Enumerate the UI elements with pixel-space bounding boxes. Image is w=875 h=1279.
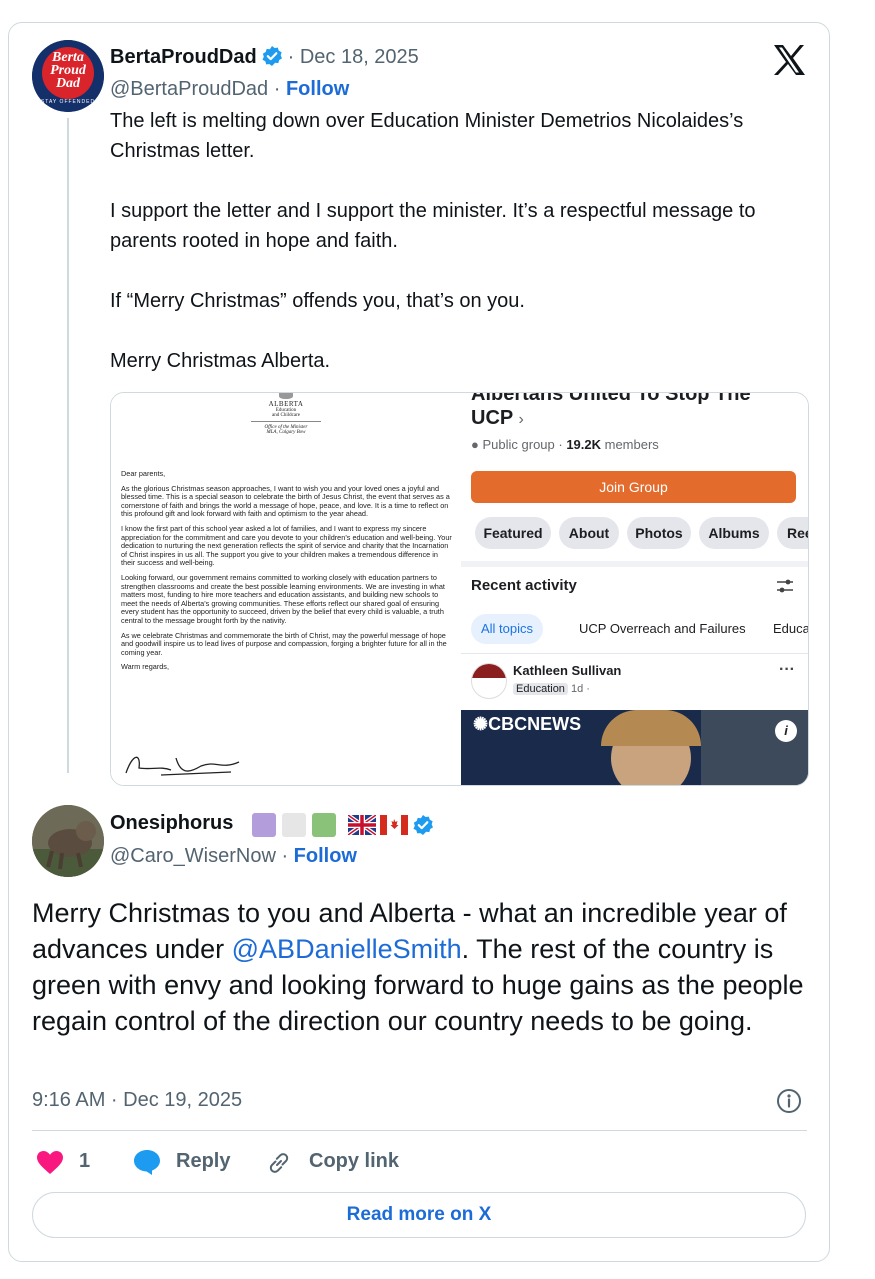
chevron-right-icon: › xyxy=(518,411,524,428)
fb-topic: UCP Overreach and Failures xyxy=(579,621,746,636)
crest-icon xyxy=(279,393,293,399)
reply-button[interactable]: Reply xyxy=(176,1150,230,1173)
letter-office: MLA, Calgary Bow xyxy=(266,430,306,435)
avatar[interactable]: Berta Proud Dad STAY OFFENDED xyxy=(32,40,104,112)
read-more-button[interactable]: Read more on X xyxy=(32,1192,806,1238)
fb-members-label: members xyxy=(601,437,659,452)
display-name[interactable]: BertaProudDad xyxy=(110,46,257,68)
signature-icon xyxy=(125,756,240,776)
info-icon: i xyxy=(775,720,797,742)
post-header: BertaProudDad · Dec 18, 2025 xyxy=(110,46,419,68)
join-group-button: Join Group xyxy=(471,471,796,503)
letter-greeting: Dear parents, xyxy=(121,469,166,478)
post-text: The left is melting down over Education … xyxy=(110,106,760,376)
fb-recent-activity: Recent activity xyxy=(471,577,577,594)
like-count[interactable]: 1 xyxy=(79,1150,90,1173)
facebook-screenshot: Albertans United To Stop The UCP › ● Pub… xyxy=(461,393,808,785)
letter-paragraph: I know the first part of this school yea… xyxy=(121,523,452,568)
link-icon[interactable] xyxy=(266,1150,292,1176)
reply-follow-button[interactable]: Follow xyxy=(294,845,357,867)
name-emoji-square xyxy=(312,813,336,837)
avatar-text-line: Dad xyxy=(55,76,81,91)
fb-author-avatar xyxy=(471,663,507,699)
globe-icon: ● xyxy=(471,437,479,452)
fb-tab: About xyxy=(559,517,619,549)
thread-line xyxy=(67,118,69,773)
post-paragraph: I support the letter and I support the m… xyxy=(110,200,756,252)
fb-tab: Featured xyxy=(475,517,551,549)
verified-badge-icon xyxy=(262,46,283,66)
fb-topic: All topics xyxy=(471,614,544,644)
reply-handle-row: @Caro_WiserNow · Follow xyxy=(110,845,357,867)
reply-text: Merry Christmas to you and Alberta - wha… xyxy=(32,895,807,1039)
reply-bubble-icon[interactable] xyxy=(132,1148,162,1176)
fb-group-name-top: Albertans United To Stop The xyxy=(471,393,751,405)
uk-flag-icon xyxy=(348,815,376,835)
divider xyxy=(32,1130,807,1131)
fb-group-meta: Public group · xyxy=(482,437,567,452)
fb-group-name: UCP xyxy=(471,407,513,429)
copy-link-button[interactable]: Copy link xyxy=(309,1150,399,1173)
letter-image: ALBERTA Education and Childcare Office o… xyxy=(111,393,461,785)
fb-news-label: CBCNEWS xyxy=(488,714,582,734)
post-media[interactable]: ALBERTA Education and Childcare Office o… xyxy=(110,392,809,786)
fb-post-author: Kathleen Sullivan xyxy=(513,663,622,678)
dog-photo-icon xyxy=(32,805,104,877)
fb-tab: Ree xyxy=(777,517,808,549)
verified-badge-icon xyxy=(413,815,433,835)
handle-row: @BertaProudDad · Follow xyxy=(110,78,350,100)
fb-topic: Educa xyxy=(773,621,808,636)
post-paragraph: The left is melting down over Education … xyxy=(110,110,744,162)
reply-header: Onesiphorus xyxy=(110,812,433,837)
cbc-logo-icon: ✺ xyxy=(473,714,489,734)
handle[interactable]: @BertaProudDad xyxy=(110,78,268,100)
x-logo-icon[interactable] xyxy=(772,44,806,76)
letter-header: and Childcare xyxy=(272,413,300,418)
post-date[interactable]: Dec 18, 2025 xyxy=(300,46,419,68)
fb-post-tag: Education xyxy=(513,683,568,695)
info-icon[interactable] xyxy=(776,1088,802,1114)
more-icon: ··· xyxy=(779,661,795,678)
letter-paragraph: Looking forward, our government remains … xyxy=(121,572,445,625)
post-paragraph: If “Merry Christmas” offends you, that’s… xyxy=(110,290,525,312)
letter-paragraph: As we celebrate Christmas and commemorat… xyxy=(121,630,447,657)
avatar-ring-text: STAY OFFENDED xyxy=(40,99,96,105)
name-emoji-square xyxy=(282,813,306,837)
fb-post-time: 1d · xyxy=(571,683,590,695)
avatar[interactable] xyxy=(32,805,104,877)
reply-timestamp[interactable]: 9:16 AM · Dec 19, 2025 xyxy=(32,1089,242,1112)
heart-icon[interactable] xyxy=(36,1150,64,1175)
canada-flag-icon xyxy=(380,815,408,835)
fb-members-count: 19.2K xyxy=(566,437,602,452)
fb-tab: Albums xyxy=(699,517,769,549)
letter-paragraph: As the glorious Christmas season approac… xyxy=(121,483,450,519)
name-emoji-square xyxy=(252,813,276,837)
fb-video-thumbnail: ✺CBCNEWS i xyxy=(461,710,808,785)
letter-closing: Warm regards, xyxy=(121,662,169,672)
filter-icon xyxy=(777,579,793,593)
letter-header: ALBERTA xyxy=(268,400,304,408)
post-paragraph: Merry Christmas Alberta. xyxy=(110,350,331,372)
fb-tab: Photos xyxy=(627,517,691,549)
reply-handle[interactable]: @Caro_WiserNow xyxy=(110,845,276,867)
mention-link[interactable]: @ABDanielleSmith xyxy=(232,934,462,964)
follow-button[interactable]: Follow xyxy=(286,78,349,100)
reply-display-name[interactable]: Onesiphorus xyxy=(110,812,233,834)
